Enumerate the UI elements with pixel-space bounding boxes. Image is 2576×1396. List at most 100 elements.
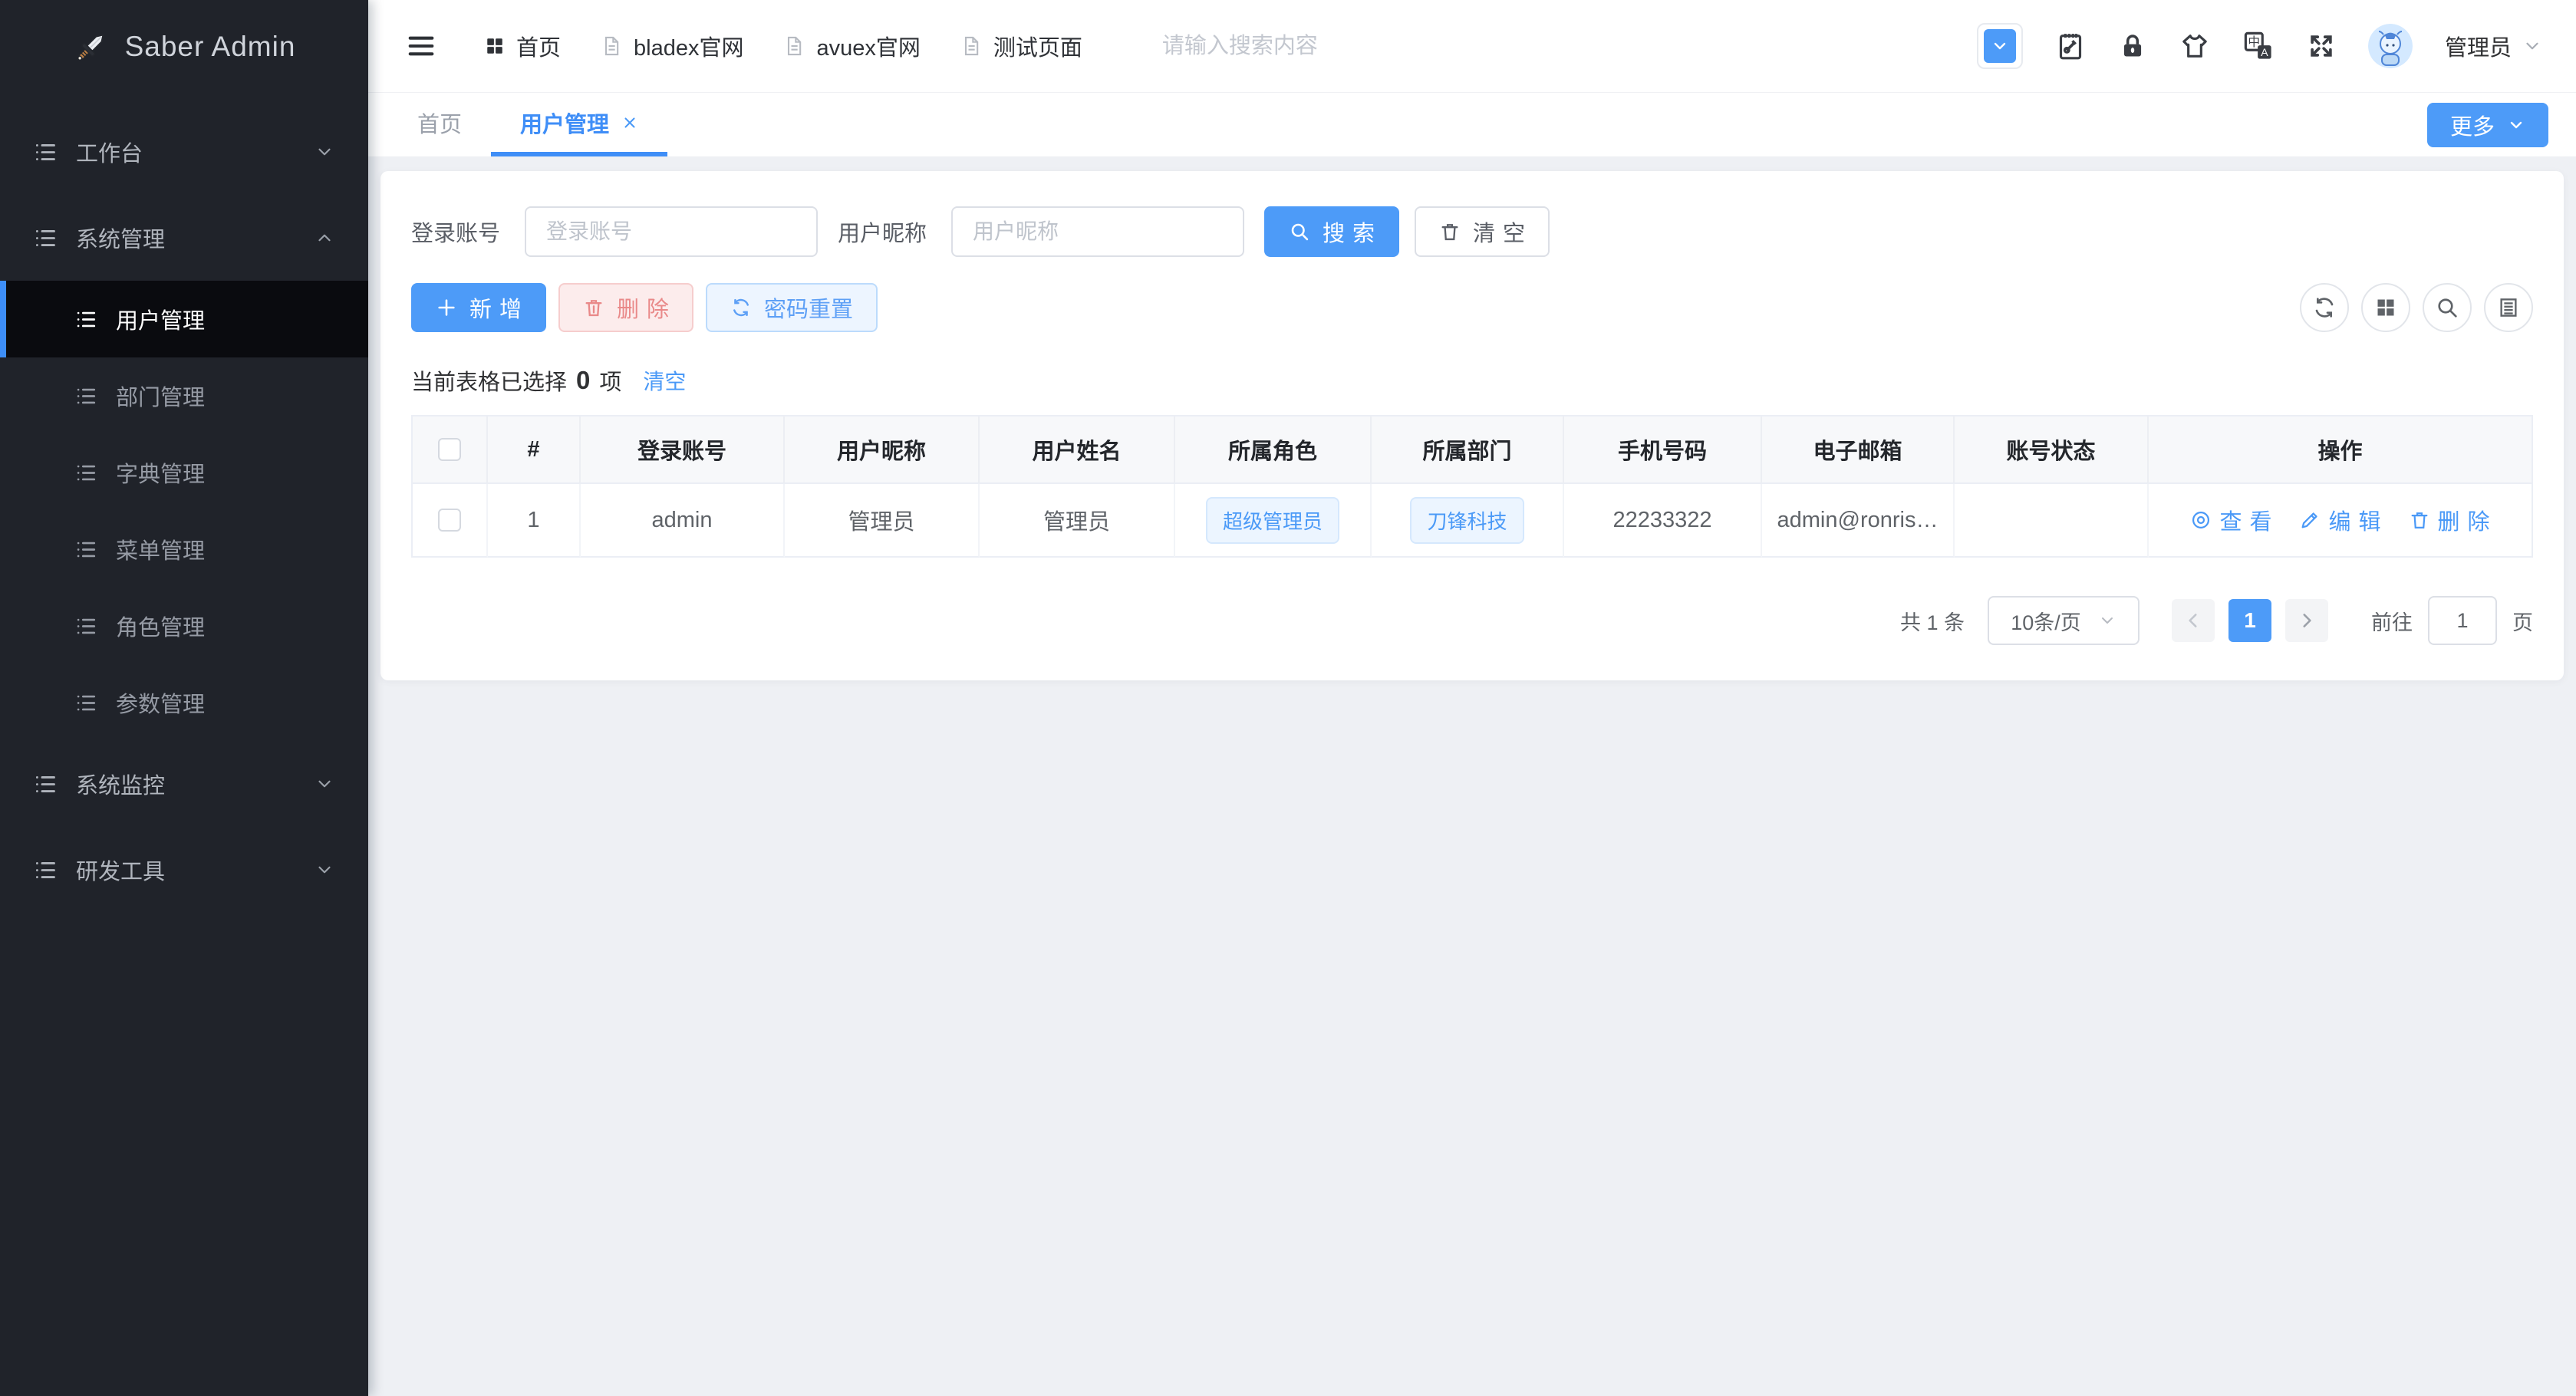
page-size-select[interactable]: 10条/页 <box>1988 596 2140 645</box>
top-header: 首页 bladex官网 avuex官网 测试页面 请输入搜索内容 中 A 管理员 <box>368 0 2576 93</box>
view-link[interactable]: 查看 <box>2190 504 2271 536</box>
search-button[interactable]: 搜索 <box>1264 206 1400 257</box>
sidebar-item-dev-tools[interactable]: 研发工具 <box>0 827 368 913</box>
list-icon <box>75 692 97 714</box>
goto-label: 前往 <box>2371 611 2413 634</box>
sidebar-item-dict-mgmt[interactable]: 字典管理 <box>0 434 368 511</box>
collapse-menu-icon[interactable] <box>407 31 436 61</box>
sidebar-item-user-mgmt[interactable]: 用户管理 <box>0 281 368 357</box>
trash-icon <box>583 297 604 318</box>
add-button-label: 新增 <box>469 298 530 322</box>
next-page-button[interactable] <box>2285 599 2328 642</box>
grid-view-button[interactable] <box>2361 283 2410 332</box>
view-label: 查看 <box>2219 510 2280 535</box>
global-search-input[interactable] <box>1161 33 1484 59</box>
goto-page-input[interactable] <box>2428 596 2497 645</box>
page-size-value: 10条/页 <box>2011 611 2081 634</box>
table-toolbar: 新增 删除 密码重置 <box>411 283 2533 332</box>
chevron-down-icon <box>2507 116 2525 134</box>
col-dept: 所属部门 <box>1372 416 1564 484</box>
table-header-row: # 登录账号 用户昵称 用户姓名 所属角色 所属部门 手机号码 电子邮箱 账号状… <box>413 416 2532 484</box>
sidebar-item-role-mgmt[interactable]: 角色管理 <box>0 588 368 664</box>
sidebar-item-label: 菜单管理 <box>116 539 206 564</box>
refresh-table-button[interactable] <box>2300 283 2349 332</box>
document-icon <box>601 35 622 57</box>
cell-index: 1 <box>488 484 581 558</box>
pencil-icon <box>2299 509 2321 531</box>
prev-page-button[interactable] <box>2172 599 2215 642</box>
role-tag: 超级管理员 <box>1205 496 1339 544</box>
cell-account: admin <box>581 484 785 558</box>
sidebar-item-dept-mgmt[interactable]: 部门管理 <box>0 357 368 434</box>
user-avatar[interactable] <box>2367 24 2413 68</box>
tab-home[interactable]: 首页 <box>388 93 491 156</box>
topnav-avuex[interactable]: avuex官网 <box>783 30 921 62</box>
lock-screen-icon[interactable] <box>2118 31 2147 61</box>
fullscreen-icon[interactable] <box>2307 31 2336 61</box>
delete-link[interactable]: 删除 <box>2409 504 2490 536</box>
user-menu[interactable]: 管理员 <box>2445 30 2542 62</box>
search-button-label: 搜索 <box>1323 222 1383 246</box>
username: 管理员 <box>2444 36 2512 61</box>
user-mgmt-card: 登录账号 用户昵称 搜索 清空 新增 <box>380 171 2564 680</box>
list-icon <box>75 308 97 331</box>
sidebar-item-workbench[interactable]: 工作台 <box>0 109 368 195</box>
selection-suffix: 项 <box>599 370 622 395</box>
goto-unit: 页 <box>2512 611 2533 634</box>
selection-count: 0 <box>576 366 591 394</box>
list-icon <box>34 858 58 882</box>
sidebar-item-label: 字典管理 <box>116 463 206 487</box>
cell-nickname: 管理员 <box>785 484 980 558</box>
list-icon <box>34 226 58 250</box>
delete-button-label: 删除 <box>617 298 677 322</box>
delete-button[interactable]: 删除 <box>558 283 694 332</box>
work-order-icon[interactable] <box>2055 31 2086 61</box>
password-reset-button[interactable]: 密码重置 <box>706 283 878 332</box>
more-button[interactable]: 更多 <box>2426 102 2548 147</box>
language-switch-icon[interactable]: 中A <box>2242 30 2275 62</box>
user-table: # 登录账号 用户昵称 用户姓名 所属角色 所属部门 手机号码 电子邮箱 账号状… <box>411 415 2533 558</box>
goto-page: 前往 页 <box>2371 596 2533 645</box>
select-all-checkbox[interactable] <box>438 438 461 461</box>
more-label: 更多 <box>2449 114 2495 140</box>
theme-icon[interactable] <box>2179 31 2210 61</box>
tab-label: 首页 <box>417 112 463 137</box>
row-checkbox[interactable] <box>438 509 461 532</box>
chevron-down-icon <box>1983 29 2016 63</box>
edit-link[interactable]: 编辑 <box>2299 504 2380 536</box>
close-icon[interactable] <box>621 114 638 131</box>
sidebar-menu: 工作台 系统管理 用户管理 部门管理 字典管理 菜单管理 角色管理 参数管理 系… <box>0 94 368 913</box>
sidebar-item-system-mgmt[interactable]: 系统管理 <box>0 195 368 281</box>
list-icon <box>75 462 97 484</box>
list-icon <box>34 772 58 796</box>
nickname-input[interactable] <box>951 206 1245 257</box>
sidebar-item-label: 部门管理 <box>116 386 206 410</box>
cell-phone: 22233322 <box>1564 484 1762 558</box>
app-logo: Saber Admin <box>0 0 368 94</box>
row-actions: 查看 编辑 删除 <box>2190 504 2490 536</box>
sidebar-item-system-monitor[interactable]: 系统监控 <box>0 741 368 827</box>
top-menu-toggle-button[interactable] <box>1976 23 2023 69</box>
sidebar-item-label: 研发工具 <box>76 860 166 884</box>
selection-clear-link[interactable]: 清空 <box>643 365 686 396</box>
topnav-test-page[interactable]: 测试页面 <box>960 30 1082 62</box>
account-input[interactable] <box>525 206 819 257</box>
tab-user-mgmt[interactable]: 用户管理 <box>491 93 668 156</box>
list-icon <box>75 615 97 637</box>
topnav-home[interactable]: 首页 <box>485 30 561 62</box>
column-settings-button[interactable] <box>2484 283 2533 332</box>
clear-button[interactable]: 清空 <box>1415 206 1550 257</box>
sidebar-item-param-mgmt[interactable]: 参数管理 <box>0 664 368 741</box>
add-button[interactable]: 新增 <box>411 283 547 332</box>
tab-label: 用户管理 <box>520 112 610 137</box>
table-row: 1 admin 管理员 管理员 超级管理员 刀锋科技 22233322 admi… <box>413 484 2532 558</box>
sidebar-item-menu-mgmt[interactable]: 菜单管理 <box>0 511 368 588</box>
page-number-current[interactable]: 1 <box>2228 599 2271 642</box>
topnav-bladex[interactable]: bladex官网 <box>601 30 743 62</box>
header-actions: 中A 管理员 <box>1976 23 2542 69</box>
global-search <box>1161 33 1484 59</box>
topnav-label: 首页 <box>516 36 562 61</box>
sidebar: Saber Admin 工作台 系统管理 用户管理 部门管理 字典管理 菜单管理 <box>0 0 368 1396</box>
search-toggle-button[interactable] <box>2423 283 2472 332</box>
top-nav: 首页 bladex官网 avuex官网 测试页面 <box>485 30 1082 62</box>
